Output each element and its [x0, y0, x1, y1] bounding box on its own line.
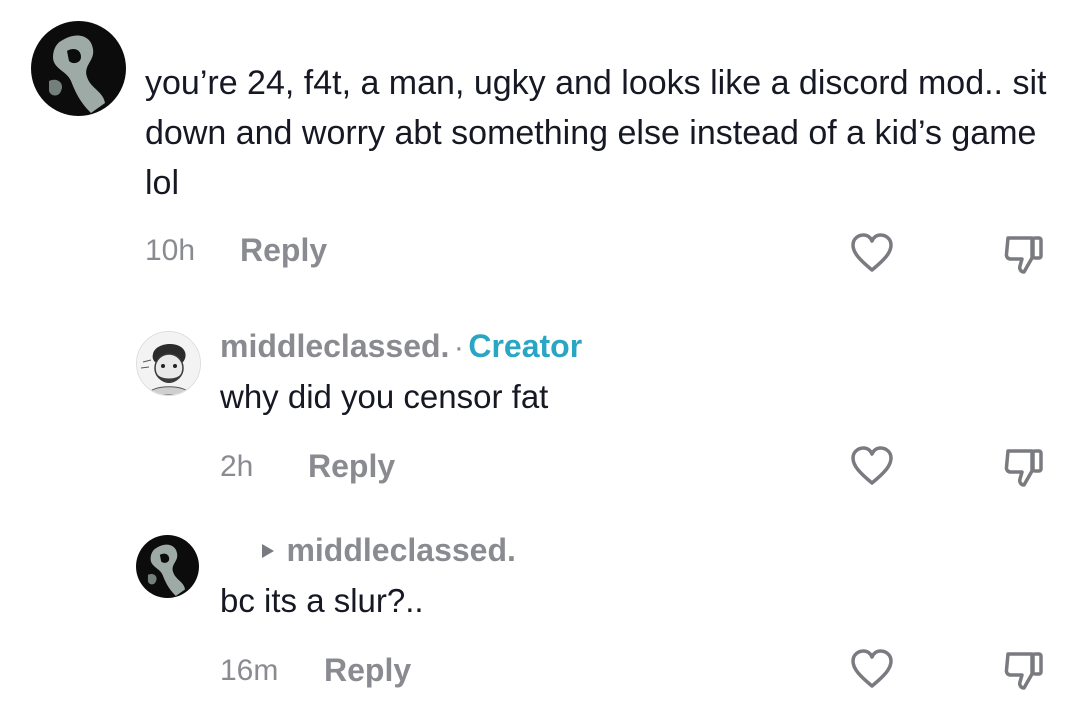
comment-header: middleclassed. · Creator	[220, 328, 582, 365]
heart-outline-icon	[851, 649, 893, 688]
thumbs-down-outline-icon	[1004, 236, 1043, 274]
dark-ghost-avatar-image	[136, 535, 199, 598]
reply-button[interactable]: Reply	[324, 652, 411, 689]
heart-outline-icon	[851, 233, 893, 272]
comment-timestamp: 2h	[220, 450, 254, 483]
dislike-button[interactable]	[1002, 648, 1046, 692]
dislike-button[interactable]	[1002, 445, 1046, 489]
reply-to-username[interactable]: middleclassed.	[286, 532, 515, 568]
comment-text: why did you censor fat	[220, 378, 549, 415]
avatar[interactable]	[136, 331, 201, 396]
comment-timestamp: 10h	[145, 234, 196, 267]
comment-text: you’re 24, f4t, a man, ugky and looks li…	[145, 64, 1047, 202]
creator-badge: Creator	[468, 328, 583, 364]
dislike-button[interactable]	[1002, 232, 1046, 276]
play-triangle-icon	[262, 543, 274, 558]
username[interactable]: middleclassed.	[220, 328, 449, 364]
separator: ·	[453, 331, 464, 364]
thumbs-down-outline-icon	[1004, 449, 1043, 487]
thumbs-down-outline-icon	[1004, 652, 1043, 690]
comment-timestamp: 16m	[220, 654, 279, 687]
comment-text: bc its a slur?..	[220, 582, 424, 619]
reply-button[interactable]: Reply	[308, 448, 395, 485]
sketch-portrait-avatar-image	[137, 332, 200, 395]
heart-outline-icon	[851, 446, 893, 485]
reply-button[interactable]: Reply	[240, 232, 327, 269]
like-button[interactable]	[849, 648, 895, 690]
like-button[interactable]	[849, 445, 895, 487]
like-button[interactable]	[849, 232, 895, 274]
avatar[interactable]	[136, 535, 199, 598]
reply-to-header: middleclassed.	[260, 532, 516, 569]
dark-ghost-avatar-image	[31, 21, 126, 116]
avatar[interactable]	[31, 21, 126, 116]
